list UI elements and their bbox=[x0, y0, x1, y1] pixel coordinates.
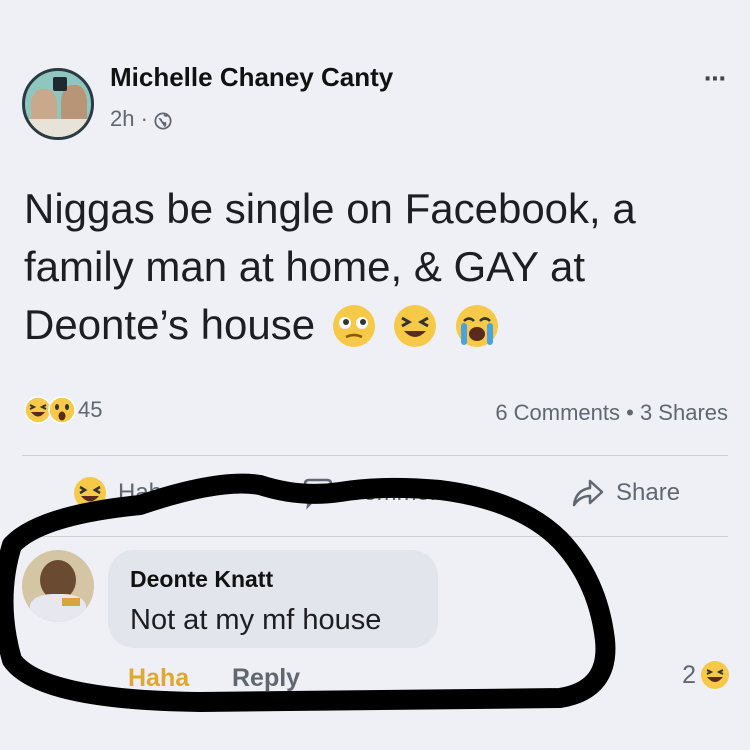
post-meta: 2h · bbox=[110, 106, 172, 132]
post-body-text: Niggas be single on Facebook, a family m… bbox=[24, 180, 724, 354]
facebook-post: Michelle Chaney Canty 2h · ⋯ Niggas be s… bbox=[0, 0, 750, 750]
post-text-line-with-emojis: Deonte’s house bbox=[24, 296, 724, 354]
divider bbox=[22, 536, 728, 537]
haha-label: Haha bbox=[118, 479, 176, 506]
comment-icon bbox=[303, 478, 333, 510]
reaction-count: 45 bbox=[78, 397, 103, 422]
comment-reaction-number: 2 bbox=[682, 660, 696, 689]
share-button[interactable]: Share bbox=[570, 475, 680, 511]
post-text-line: Niggas be single on Facebook, a bbox=[24, 185, 636, 232]
globe-icon bbox=[154, 110, 172, 130]
comment-reaction-count[interactable]: 2 bbox=[682, 660, 730, 690]
comment-author-name[interactable]: Deonte Knatt bbox=[130, 566, 273, 593]
haha-reaction-button[interactable]: Haha bbox=[72, 475, 175, 511]
comment-text: Not at my mf house bbox=[130, 604, 382, 636]
divider bbox=[22, 455, 728, 456]
comment-button[interactable]: Comment bbox=[300, 475, 450, 511]
haha-emoji-icon bbox=[74, 477, 106, 509]
screenshot-page: Michelle Chaney Canty 2h · ⋯ Niggas be s… bbox=[0, 0, 750, 750]
laughing-face-emoji-icon bbox=[392, 303, 438, 349]
post-text-line: Deonte’s house bbox=[24, 301, 316, 348]
haha-emoji-icon bbox=[701, 661, 729, 689]
reaction-summary[interactable]: 45 bbox=[24, 396, 102, 424]
post-author-name[interactable]: Michelle Chaney Canty bbox=[110, 62, 393, 93]
commenter-avatar[interactable] bbox=[22, 550, 94, 622]
post-timestamp[interactable]: 2h · bbox=[110, 106, 148, 132]
share-arrow-icon bbox=[572, 479, 604, 507]
crying-face-emoji-icon bbox=[454, 303, 500, 349]
author-avatar[interactable] bbox=[22, 68, 94, 140]
post-text-line: family man at home, & GAY at bbox=[24, 243, 586, 290]
comments-shares-count[interactable]: 6 Comments • 3 Shares bbox=[495, 400, 728, 426]
share-label: Share bbox=[616, 479, 681, 506]
comment-reply-button[interactable]: Reply bbox=[232, 664, 300, 693]
comment-haha-button[interactable]: Haha bbox=[128, 664, 189, 693]
wow-reaction-icon bbox=[48, 396, 76, 424]
comment-label: Comment bbox=[346, 479, 451, 506]
flushed-face-emoji-icon bbox=[331, 303, 377, 349]
more-options-icon[interactable]: ⋯ bbox=[704, 66, 728, 92]
